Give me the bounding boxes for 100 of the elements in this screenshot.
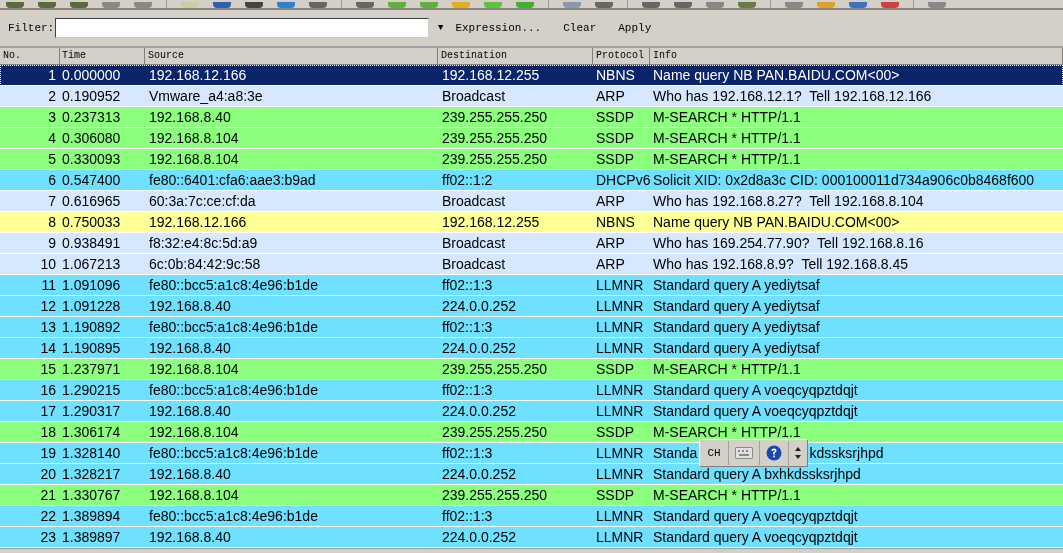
packet-row[interactable]: 2 0.190952 Vmware_a4:a8:3e Broadcast ARP Who has 192.168.12.1? Tell 192.168.12.166 [0,86,1063,107]
horizontal-scrollbar[interactable] [0,548,1063,553]
packet-row[interactable]: 13 1.190892 fe80::bcc5:a1c8:4e96:b1de ff02::1:3 LLMNR Standard query A yediytsaf [0,317,1063,338]
destination-cell: 224.0.0.252 [442,403,516,419]
source-cell: fe80::bcc5:a1c8:4e96:b1de [149,508,318,524]
filter-label: Filter: [8,22,55,34]
source-cell: fe80::bcc5:a1c8:4e96:b1de [149,445,318,461]
number-cell: 3 [48,109,56,125]
packet-row[interactable]: 5 0.330093 192.168.8.104 239.255.255.250 SSDP M-SEARCH * HTTP/1.1 [0,149,1063,170]
number-cell: 23 [40,529,56,545]
source-cell: 192.168.8.40 [149,109,231,125]
dropdown-icon[interactable]: ▼ [438,23,444,33]
source-cell: 192.168.8.104 [149,361,239,377]
toolbar-button-icon[interactable] [245,2,263,8]
toolbar-button-icon[interactable] [642,2,660,8]
column-header[interactable]: Time [60,48,145,64]
source-cell: fe80::bcc5:a1c8:4e96:b1de [149,382,318,398]
info-cell: Standard query A yediytsaf [653,277,820,293]
packet-row[interactable]: 1 0.000000 192.168.12.166 192.168.12.255 NBNS Name query NB PAN.BAIDU.COM<00> [0,65,1063,86]
toolbar-button-icon[interactable] [738,2,756,8]
packet-row[interactable]: 7 0.616965 60:3a:7c:ce:cf:da Broadcast ARP Who has 192.168.8.27? Tell 192.168.8.104 [0,191,1063,212]
toolbar-button-icon[interactable] [849,2,867,8]
packet-row[interactable]: 15 1.237971 192.168.8.104 239.255.255.250 SSDP M-SEARCH * HTTP/1.1 [0,359,1063,380]
source-cell: f8:32:e4:8c:5d:a9 [149,235,258,251]
source-cell: 192.168.8.40 [149,298,231,314]
toolbar-button-icon[interactable] [674,2,692,8]
filter-button[interactable]: Clear [563,22,597,34]
time-cell: 1.389894 [62,508,121,524]
toolbar-button-icon[interactable] [38,2,56,8]
destination-cell: ff02::1:2 [442,172,493,188]
time-cell: 0.547400 [62,172,121,188]
toolbar-button-icon[interactable] [309,2,327,8]
toolbar-button-icon[interactable] [785,2,803,8]
packet-row[interactable]: 14 1.190895 192.168.8.40 224.0.0.252 LLMNR Standard query A yediytsaf [0,338,1063,359]
info-cell: kdssksrjhpd [809,445,884,461]
time-cell: 1.091096 [62,277,121,293]
toolbar-button-icon[interactable] [706,2,724,8]
time-cell: 1.067213 [62,256,121,272]
toolbar-button-icon[interactable] [134,2,152,8]
info-cell: Standard query A yediytsaf [653,340,820,356]
filter-button[interactable]: Expression... [455,22,542,34]
protocol-cell: SSDP [596,424,635,440]
toolbar-button-icon[interactable] [595,2,613,8]
toolbar-button-icon[interactable] [70,2,88,8]
number-cell: 5 [48,151,56,167]
filter-input-field[interactable] [55,18,429,38]
source-cell: 192.168.8.104 [149,424,239,440]
column-header[interactable]: No. [0,48,60,64]
packet-row[interactable]: 22 1.389894 fe80::bcc5:a1c8:4e96:b1de ff02::1:3 LLMNR Standard query A voeqcyqpztdqjt [0,506,1063,527]
destination-cell: 224.0.0.252 [442,466,516,482]
column-header[interactable]: Destination [438,48,593,64]
toolbar-button-icon[interactable] [6,2,24,8]
column-header[interactable]: Info [650,48,1063,64]
destination-cell: ff02::1:3 [442,382,493,398]
toolbar-button-icon[interactable] [356,2,374,8]
toolbar-button-icon[interactable] [928,2,946,8]
number-cell: 4 [48,130,56,146]
toolbar-button-icon[interactable] [881,2,899,8]
source-cell: fe80::bcc5:a1c8:4e96:b1de [149,319,318,335]
protocol-cell: LLMNR [596,319,644,335]
destination-cell: ff02::1:3 [442,508,493,524]
time-cell: 1.306174 [62,424,121,440]
info-cell: M-SEARCH * HTTP/1.1 [653,424,801,440]
packet-row[interactable]: 12 1.091228 192.168.8.40 224.0.0.252 LLMNR Standard query A yediytsaf [0,296,1063,317]
packet-row[interactable]: 18 1.306174 192.168.8.104 239.255.255.250 SSDP M-SEARCH * HTTP/1.1 [0,422,1063,443]
packet-row[interactable]: 11 1.091096 fe80::bcc5:a1c8:4e96:b1de ff02::1:3 LLMNR Standard query A yediytsaf [0,275,1063,296]
column-header[interactable]: Source [145,48,438,64]
protocol-cell: SSDP [596,487,635,503]
destination-cell: ff02::1:3 [442,319,493,335]
packet-row[interactable]: 21 1.330767 192.168.8.104 239.255.255.250 SSDP M-SEARCH * HTTP/1.1 [0,485,1063,506]
filter-button[interactable]: Apply [618,22,652,34]
number-cell: 21 [40,487,56,503]
number-cell: 12 [40,298,56,314]
time-cell: 1.190895 [62,340,121,356]
packet-row[interactable]: 16 1.290215 fe80::bcc5:a1c8:4e96:b1de ff02::1:3 LLMNR Standard query A voeqcyqpztdqjt [0,380,1063,401]
protocol-cell: LLMNR [596,445,644,461]
protocol-cell: LLMNR [596,298,644,314]
toolbar-button-icon[interactable] [277,2,295,8]
packet-row[interactable]: 4 0.306080 192.168.8.104 239.255.255.250 SSDP M-SEARCH * HTTP/1.1 [0,128,1063,149]
packet-row[interactable]: 23 1.389897 192.168.8.40 224.0.0.252 LLMNR Standard query A voeqcyqpztdqjt [0,527,1063,548]
packet-row[interactable]: 20 1.328217 192.168.8.40 224.0.0.252 LLMNR Standard query A bxhkdssksrjhpd [0,464,1063,485]
toolbar-button-icon[interactable] [102,2,120,8]
column-header[interactable]: Protocol [593,48,650,64]
info-cell: Standard query A yediytsaf [653,298,820,314]
packet-row[interactable]: 3 0.237313 192.168.8.40 239.255.255.250 SSDP M-SEARCH * HTTP/1.1 [0,107,1063,128]
toolbar-button-icon[interactable] [213,2,231,8]
packet-row[interactable]: 6 0.547400 fe80::6401:cfa6:aae3:b9ad ff02::1:2 DHCPv6 Solicit XID: 0x2d8a3c CID: 000100011d734a906c0b8468f600 [0,170,1063,191]
info-cell: M-SEARCH * HTTP/1.1 [653,487,801,503]
packet-row[interactable]: 17 1.290317 192.168.8.40 224.0.0.252 LLMNR Standard query A voeqcyqpztdqjt [0,401,1063,422]
time-cell: 0.330093 [62,151,121,167]
info-cell: Standard query A yediytsaf [653,319,820,335]
packet-row[interactable]: 9 0.938491 f8:32:e4:8c:5d:a9 Broadcast ARP Who has 169.254.77.90? Tell 192.168.8.16 [0,233,1063,254]
time-cell: 0.190952 [62,88,121,104]
protocol-cell: LLMNR [596,340,644,356]
packet-row[interactable]: 8 0.750033 192.168.12.166 192.168.12.255 NBNS Name query NB PAN.BAIDU.COM<00> [0,212,1063,233]
language-button[interactable]: CH [700,441,729,465]
packet-row[interactable]: 10 1.067213 6c:0b:84:42:9c:58 Broadcast ARP Who has 192.168.8.9? Tell 192.168.8.45 [0,254,1063,275]
info-cell: Standard query A voeqcyqpztdqjt [653,403,858,419]
destination-cell: ff02::1:3 [442,445,493,461]
number-cell: 13 [40,319,56,335]
